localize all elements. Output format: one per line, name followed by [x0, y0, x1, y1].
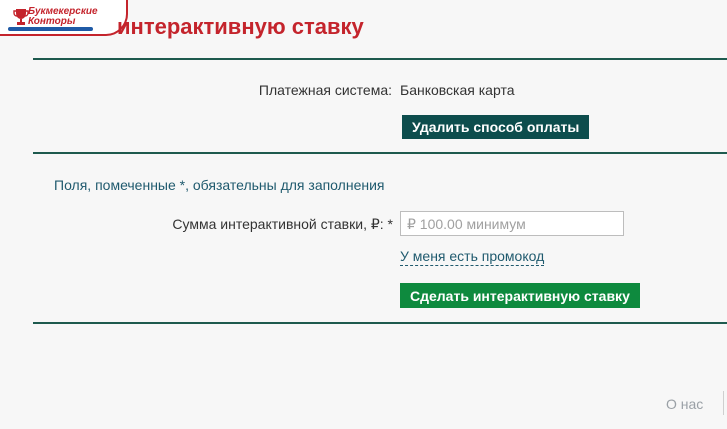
payment-system-label: Платежная система: [258, 82, 392, 98]
bet-amount-label-text: Сумма интерактивной ставки, ₽: [172, 216, 384, 232]
bet-amount-label: Сумма интерактивной ставки, ₽: * [172, 216, 393, 233]
promo-code-link[interactable]: У меня есть промокод [400, 248, 545, 266]
required-asterisk: * [387, 216, 393, 232]
required-fields-note: Поля, помеченные *, обязательны для запо… [54, 177, 385, 193]
footer-separator [723, 391, 724, 415]
payment-system-value: Банковская карта [400, 82, 515, 98]
divider-bottom [33, 322, 727, 324]
remove-payment-method-button[interactable]: Удалить способ оплаты [402, 115, 590, 139]
trophy-icon [13, 9, 29, 25]
site-logo[interactable]: Букмекерские Конторы [0, 0, 128, 36]
footer-about-link[interactable]: О нас [666, 396, 703, 412]
logo-ribbon [8, 27, 93, 31]
divider-top [33, 58, 727, 60]
logo-text-line2: Конторы [28, 16, 76, 27]
bet-amount-input[interactable] [400, 211, 624, 236]
place-bet-button[interactable]: Сделать интерактивную ставку [400, 283, 640, 308]
page-title: интерактивную ставку [117, 14, 364, 39]
divider-middle [33, 152, 727, 154]
